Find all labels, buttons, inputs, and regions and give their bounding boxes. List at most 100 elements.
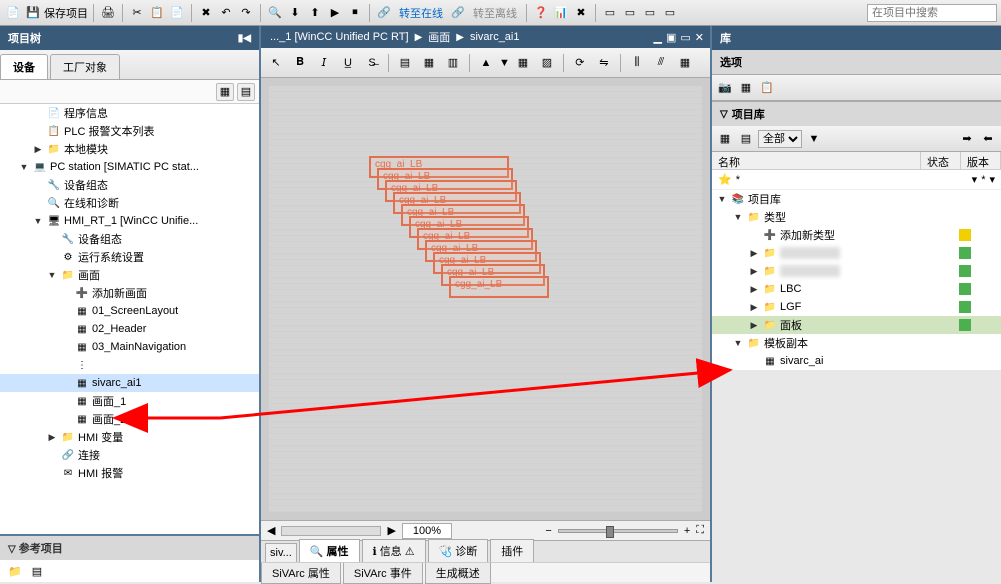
tree-tool1-icon[interactable]: ▦ bbox=[216, 83, 234, 101]
tree-item[interactable]: ▼💻PC station [SIMATIC PC stat... bbox=[0, 158, 259, 176]
download-icon[interactable]: ⬇ bbox=[286, 4, 304, 22]
print-icon[interactable]: 🖨 bbox=[99, 4, 117, 22]
sel-tool-icon[interactable]: ↖ bbox=[265, 52, 287, 74]
win4-icon[interactable]: ▭ bbox=[661, 4, 679, 22]
tree-item[interactable]: ✉HMI 报警 bbox=[0, 464, 259, 482]
zoom-thumb[interactable] bbox=[606, 526, 614, 538]
library-item[interactable]: ▦sivarc_ai bbox=[712, 352, 1001, 370]
tab-info[interactable]: ℹ信息⚠ bbox=[362, 539, 426, 562]
align-left-icon[interactable]: ▤ bbox=[394, 52, 416, 74]
tab-plugin[interactable]: 插件 bbox=[490, 539, 534, 562]
tree-item[interactable]: 🔗连接 bbox=[0, 446, 259, 464]
bring-front-icon[interactable]: ▲ bbox=[475, 52, 497, 74]
library-item[interactable]: ▶📁 bbox=[712, 244, 1001, 262]
tool2-icon[interactable]: ✖ bbox=[572, 4, 590, 22]
tree-tool2-icon[interactable]: ▤ bbox=[237, 83, 255, 101]
tree-item[interactable]: 📋PLC 报警文本列表 bbox=[0, 122, 259, 140]
breadcrumb-1[interactable]: ..._1 [WinCC Unified PC RT] bbox=[270, 31, 409, 43]
project-tree[interactable]: 📄程序信息📋PLC 报警文本列表▶📁本地模块▼💻PC station [SIMA… bbox=[0, 104, 259, 534]
opt-tool2-icon[interactable]: ▦ bbox=[737, 79, 755, 97]
tab-diagnostics[interactable]: 🩺诊断 bbox=[428, 539, 489, 562]
lib-import-icon[interactable]: ⬅ bbox=[979, 130, 997, 148]
col-state[interactable]: 状态 bbox=[921, 152, 961, 169]
align-center-icon[interactable]: ▦ bbox=[418, 52, 440, 74]
filter-star-icon[interactable]: ⭐ bbox=[718, 173, 732, 186]
redo-icon[interactable]: ↷ bbox=[237, 4, 255, 22]
tab-properties[interactable]: 🔍属性 bbox=[299, 539, 360, 562]
new-icon[interactable]: 📄 bbox=[4, 4, 22, 22]
delete-icon[interactable]: ✖ bbox=[197, 4, 215, 22]
filter-text[interactable]: * bbox=[736, 174, 740, 186]
paste-icon[interactable]: 📄 bbox=[168, 4, 186, 22]
lib-tool2-icon[interactable]: ▤ bbox=[737, 130, 755, 148]
tree-item[interactable]: ▦03_MainNavigation bbox=[0, 338, 259, 356]
stop-icon[interactable]: ⏹ bbox=[346, 4, 364, 22]
tree-item[interactable]: ▶📁本地模块 bbox=[0, 140, 259, 158]
col-version[interactable]: 版本 bbox=[961, 152, 1001, 169]
hscroll-track[interactable] bbox=[281, 526, 381, 536]
zoom-in-icon[interactable]: + bbox=[684, 525, 690, 537]
tree-item[interactable]: ▦02_Header bbox=[0, 320, 259, 338]
subtab-sivarc-attr[interactable]: SiVArc 属性 bbox=[261, 563, 341, 584]
breadcrumb-3[interactable]: sivarc_ai1 bbox=[470, 31, 520, 43]
send-back-icon[interactable]: ▼ bbox=[499, 57, 510, 69]
filter-dd2-icon[interactable]: ▾ bbox=[989, 173, 995, 186]
tree-item[interactable]: ▦sivarc_ai1 bbox=[0, 374, 259, 392]
font-italic-icon[interactable]: 𝘐 bbox=[313, 52, 335, 74]
save-project-button[interactable]: 保存项目 bbox=[44, 5, 88, 21]
tool1-icon[interactable]: 📊 bbox=[552, 4, 570, 22]
canvas-area[interactable]: cgg_ai_LBcgg_ai_LBcgg_ai_LBcgg_ai_LBcgg_… bbox=[261, 78, 710, 520]
minimize-icon[interactable]: ▁ bbox=[654, 31, 662, 44]
library-item[interactable]: ▶📁 bbox=[712, 262, 1001, 280]
tree-item[interactable]: 🔍在线和诊断 bbox=[0, 194, 259, 212]
tree-item[interactable]: ⚙运行系统设置 bbox=[0, 248, 259, 266]
library-item[interactable]: ▶📁面板 bbox=[712, 316, 1001, 334]
copy-icon[interactable]: 📋 bbox=[148, 4, 166, 22]
grid-icon[interactable]: ▦ bbox=[674, 52, 696, 74]
faceplate-instance[interactable]: cgg_ai_LB bbox=[449, 276, 549, 298]
subtab-sivarc-gen[interactable]: 生成概述 bbox=[425, 563, 491, 584]
tree-item[interactable]: ▶📁HMI 变量 bbox=[0, 428, 259, 446]
group-icon[interactable]: ▦ bbox=[512, 52, 534, 74]
offline-icon[interactable]: 🔗 bbox=[449, 4, 467, 22]
library-item[interactable]: ▶📁LGF bbox=[712, 298, 1001, 316]
filter-dd1-icon[interactable]: ▾ bbox=[972, 173, 978, 186]
dist-h-icon[interactable]: ⫼ bbox=[626, 52, 648, 74]
upload-icon[interactable]: ⬆ bbox=[306, 4, 324, 22]
win1-icon[interactable]: ▭ bbox=[601, 4, 619, 22]
flip-icon[interactable]: ⇋ bbox=[593, 52, 615, 74]
online-icon[interactable]: 🔗 bbox=[375, 4, 393, 22]
scroll-right-icon[interactable]: ▶ bbox=[387, 524, 395, 537]
tree-item[interactable]: ▦01_ScreenLayout bbox=[0, 302, 259, 320]
win3-icon[interactable]: ▭ bbox=[641, 4, 659, 22]
rotate-icon[interactable]: ⟳ bbox=[569, 52, 591, 74]
tree-item[interactable]: ⋮ bbox=[0, 356, 259, 374]
lib-tool1-icon[interactable]: ▦ bbox=[716, 130, 734, 148]
restore-icon[interactable]: ▣ bbox=[666, 31, 676, 44]
goto-offline-button[interactable]: 转至离线 bbox=[473, 5, 517, 21]
font-under-icon[interactable]: U̲ bbox=[337, 52, 359, 74]
subtab-sivarc-event[interactable]: SiVArc 事件 bbox=[343, 563, 423, 584]
save-icon[interactable]: 💾 bbox=[24, 4, 42, 22]
scroll-left-icon[interactable]: ◀ bbox=[267, 524, 275, 537]
library-item[interactable]: ▼📚项目库 bbox=[712, 190, 1001, 208]
font-bold-icon[interactable]: 𝐁 bbox=[289, 52, 311, 74]
lib-tool3-icon[interactable]: ▼ bbox=[805, 130, 823, 148]
tree-item[interactable]: 🔧设备组态 bbox=[0, 176, 259, 194]
opt-tool1-icon[interactable]: 📷 bbox=[716, 79, 734, 97]
tree-item[interactable]: ➕添加新画面 bbox=[0, 284, 259, 302]
win2-icon[interactable]: ▭ bbox=[621, 4, 639, 22]
zoom-input[interactable] bbox=[402, 523, 452, 539]
opt-tool3-icon[interactable]: 📋 bbox=[758, 79, 776, 97]
find-icon[interactable]: 🔍 bbox=[266, 4, 284, 22]
align-right-icon[interactable]: ▥ bbox=[442, 52, 464, 74]
project-library-head[interactable]: ▽ 项目库 bbox=[712, 102, 1001, 126]
maximize-icon[interactable]: ▭ bbox=[680, 31, 690, 44]
library-item[interactable]: ▼📁模板副本 bbox=[712, 334, 1001, 352]
library-tree[interactable]: ▼📚项目库▼📁类型➕添加新类型▶📁▶📁▶📁LBC▶📁LGF▶📁面板▼📁模板副本▦… bbox=[712, 190, 1001, 370]
breadcrumb-2[interactable]: 画面 bbox=[428, 29, 450, 45]
zoom-fit-icon[interactable]: ⛶ bbox=[696, 524, 704, 537]
goto-online-button[interactable]: 转至在线 bbox=[399, 5, 443, 21]
tree-item[interactable]: 🔧设备组态 bbox=[0, 230, 259, 248]
zoom-out-icon[interactable]: − bbox=[545, 525, 551, 537]
